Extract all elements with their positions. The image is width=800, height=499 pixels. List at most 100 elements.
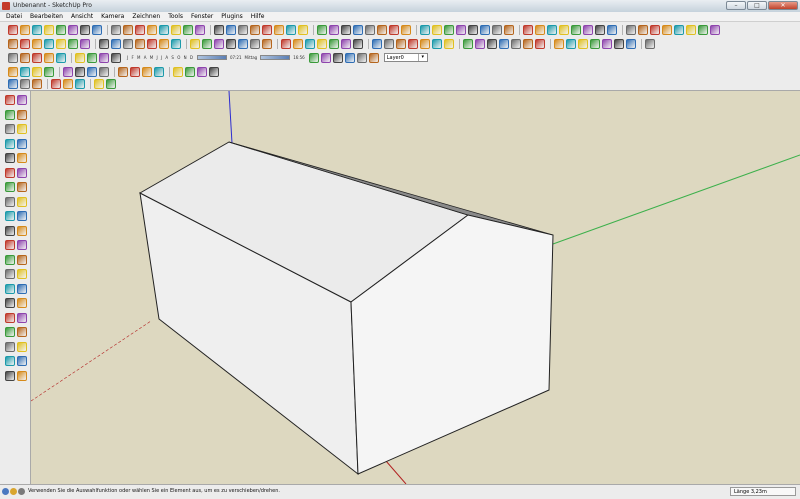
measurements-box[interactable]: Länge 3,23m — [730, 487, 796, 496]
maximize-button[interactable]: □ — [747, 1, 767, 10]
axes-icon[interactable] — [32, 52, 42, 63]
rect-icon[interactable] — [32, 66, 42, 77]
menu-datei[interactable]: Datei — [6, 12, 22, 21]
menu-kamera[interactable]: Kamera — [101, 12, 124, 21]
component-icon[interactable] — [308, 52, 319, 63]
protractor-icon[interactable] — [698, 24, 708, 35]
zoom-icon[interactable] — [87, 52, 97, 63]
protractor-icon[interactable] — [183, 24, 193, 35]
walk-icon[interactable] — [341, 24, 351, 35]
scale-icon[interactable] — [8, 78, 18, 89]
orbit-icon[interactable] — [56, 52, 66, 63]
outliner-icon[interactable] — [401, 24, 411, 35]
component-icon[interactable] — [286, 24, 296, 35]
menu-ansicht[interactable]: Ansicht — [71, 12, 93, 21]
tool-orbit-icon[interactable] — [5, 225, 15, 236]
zoom-extents-icon[interactable] — [274, 24, 284, 35]
offset-icon[interactable] — [159, 24, 169, 35]
shadow-icon[interactable] — [281, 38, 291, 49]
tool-outliner-icon[interactable] — [17, 312, 27, 323]
outliner-icon[interactable] — [317, 38, 327, 49]
dimension-icon[interactable] — [94, 78, 104, 89]
tool-subtract-icon[interactable] — [5, 356, 15, 366]
subtract-icon[interactable] — [468, 24, 478, 35]
tool-union-icon[interactable] — [17, 341, 27, 352]
line-icon[interactable] — [44, 24, 54, 35]
tool-rotate-icon[interactable] — [5, 167, 15, 178]
tape-icon[interactable] — [171, 24, 181, 35]
tool-dimension-icon[interactable] — [17, 211, 27, 221]
scale-icon[interactable] — [578, 38, 588, 49]
geo-location-icon[interactable] — [2, 488, 9, 495]
move-icon[interactable] — [638, 24, 648, 35]
pushpull-icon[interactable] — [626, 24, 636, 35]
protractor-icon[interactable] — [51, 78, 61, 89]
orbit-icon[interactable] — [209, 66, 219, 77]
polygon-icon[interactable] — [8, 38, 18, 49]
tool-pan-icon[interactable] — [17, 225, 27, 236]
polygon-icon[interactable] — [92, 24, 102, 35]
orbit-icon[interactable] — [238, 24, 248, 35]
union-icon[interactable] — [456, 24, 466, 35]
tool-component-icon[interactable] — [5, 254, 15, 265]
zoom-icon[interactable] — [171, 38, 181, 49]
circle-icon[interactable] — [595, 24, 605, 35]
shadow-icon[interactable] — [365, 24, 375, 35]
section-icon[interactable] — [320, 52, 331, 63]
fog-icon[interactable] — [377, 24, 387, 35]
subtract-icon[interactable] — [384, 38, 394, 49]
paint-icon[interactable] — [547, 24, 557, 35]
move-icon[interactable] — [554, 38, 564, 49]
tool-look-icon[interactable] — [17, 283, 27, 294]
layer-icon[interactable] — [305, 38, 315, 49]
menu-hilfe[interactable]: Hilfe — [251, 12, 265, 21]
move-icon[interactable] — [32, 38, 42, 49]
circle-icon[interactable] — [511, 38, 521, 49]
tool-pushpull-icon[interactable] — [5, 153, 15, 163]
tool-shadow-icon[interactable] — [5, 298, 15, 308]
text-icon[interactable] — [195, 24, 205, 35]
line-icon[interactable] — [475, 38, 485, 49]
tool-rect-icon[interactable] — [17, 124, 27, 134]
tool-walk-icon[interactable] — [5, 283, 15, 294]
tool-fog-icon[interactable] — [17, 298, 27, 308]
zoom-extents-icon[interactable] — [190, 38, 200, 49]
drawing-viewport[interactable] — [31, 91, 800, 484]
tape-icon[interactable] — [80, 38, 90, 49]
tool-axes-icon[interactable] — [5, 211, 15, 221]
dimension-icon[interactable] — [226, 24, 236, 35]
tool-split-icon[interactable] — [5, 370, 15, 381]
sandbox-icon[interactable] — [329, 38, 339, 49]
follow-me-icon[interactable] — [341, 38, 351, 49]
trim-icon[interactable] — [396, 38, 406, 49]
tool-protractor-icon[interactable] — [5, 196, 15, 207]
tool-paint-icon[interactable] — [5, 109, 15, 120]
tool-section-icon[interactable] — [17, 254, 27, 265]
text-icon[interactable] — [20, 52, 30, 63]
tool-layer-icon[interactable] — [5, 312, 15, 323]
tape-icon[interactable] — [142, 66, 152, 77]
style-icon[interactable] — [226, 38, 236, 49]
fog-icon[interactable] — [293, 38, 303, 49]
minimize-button[interactable]: – — [726, 1, 746, 10]
axes-icon[interactable] — [214, 24, 224, 35]
rotate-icon[interactable] — [99, 66, 109, 77]
offset-icon[interactable] — [130, 66, 140, 77]
paint-icon[interactable] — [32, 24, 42, 35]
polygon-icon[interactable] — [607, 24, 617, 35]
style-icon[interactable] — [332, 52, 343, 63]
walk-icon[interactable] — [250, 38, 260, 49]
circle-icon[interactable] — [44, 66, 54, 77]
tool-sandbox-icon[interactable] — [5, 327, 15, 337]
orbit-icon[interactable] — [147, 38, 157, 49]
line-icon[interactable] — [8, 66, 18, 77]
rect-icon[interactable] — [583, 24, 593, 35]
tool-eraser-icon[interactable] — [17, 95, 27, 105]
rect-icon[interactable] — [68, 24, 78, 35]
tool-circle-icon[interactable] — [5, 138, 15, 149]
section-icon[interactable] — [214, 38, 224, 49]
tool-select-icon[interactable] — [5, 95, 15, 105]
walk-icon[interactable] — [356, 52, 367, 63]
trim-icon[interactable] — [480, 24, 490, 35]
tool-polygon-icon[interactable] — [17, 138, 27, 149]
